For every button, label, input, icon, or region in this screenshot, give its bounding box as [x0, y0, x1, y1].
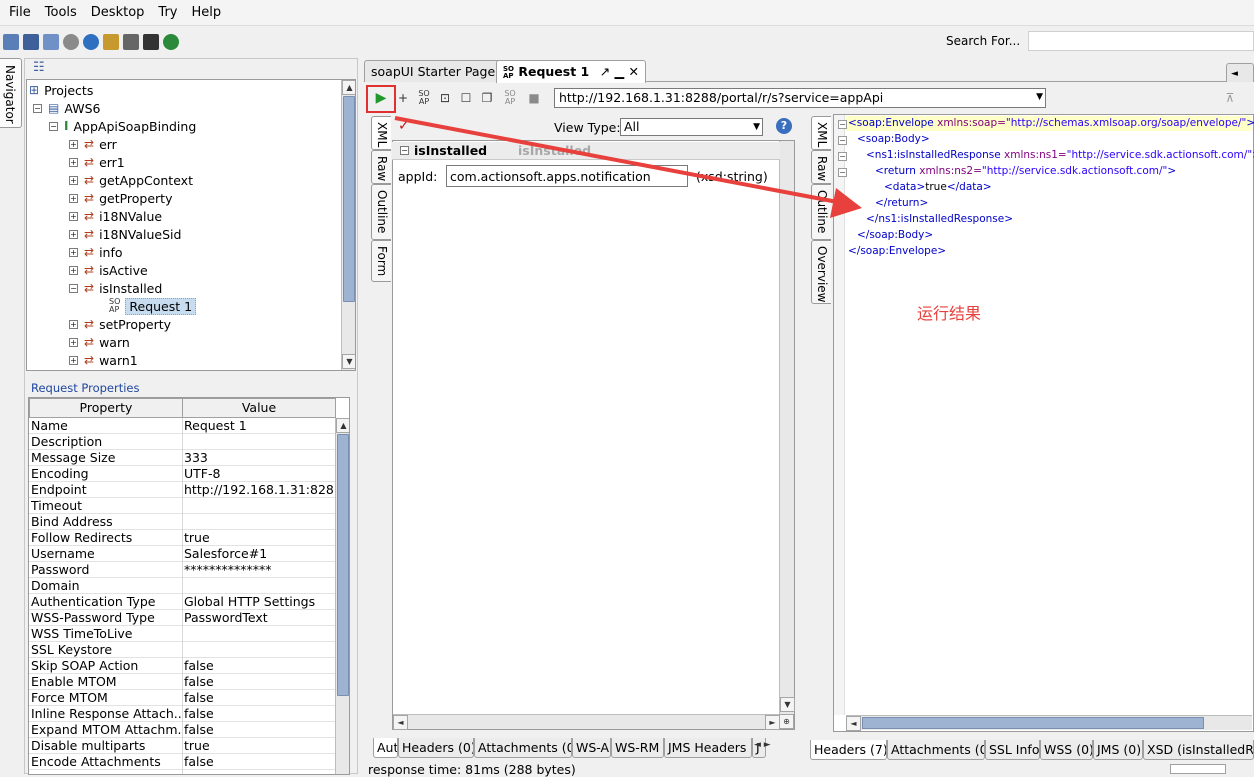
response-bottom-tab[interactable]: SSL Info [985, 740, 1040, 760]
request-bottom-tab[interactable]: Headers (0) [398, 738, 474, 758]
request-bottom-tab[interactable]: JMS Headers [664, 738, 752, 758]
response-bottom-tab[interactable]: JMS (0) [1093, 740, 1143, 760]
response-bottom-tab[interactable]: WSS (0) [1040, 740, 1093, 760]
response-bottom-tab[interactable]: Headers (7) [810, 740, 887, 760]
annotation-arrow [394, 116, 862, 218]
status-field [1170, 764, 1226, 774]
annotation-text: 运行结果 [917, 304, 982, 323]
arrow-head [830, 188, 862, 218]
response-bottom-tab[interactable]: Attachments (0) [887, 740, 985, 760]
request-bottom-tab[interactable]: Attachments (0) [474, 738, 572, 758]
request-bottom-tab[interactable]: WS-A [572, 738, 611, 758]
tab-scroll-icon[interactable]: ◄ ► [754, 740, 794, 754]
response-status: response time: 81ms (288 bytes) [368, 762, 576, 777]
request-bottom-tab[interactable]: Aut [373, 738, 398, 758]
request-bottom-tab[interactable]: WS-RM [611, 738, 664, 758]
arrow-shaft [394, 116, 849, 206]
response-bottom-tab[interactable]: XSD (isInstalledR [1143, 740, 1254, 760]
